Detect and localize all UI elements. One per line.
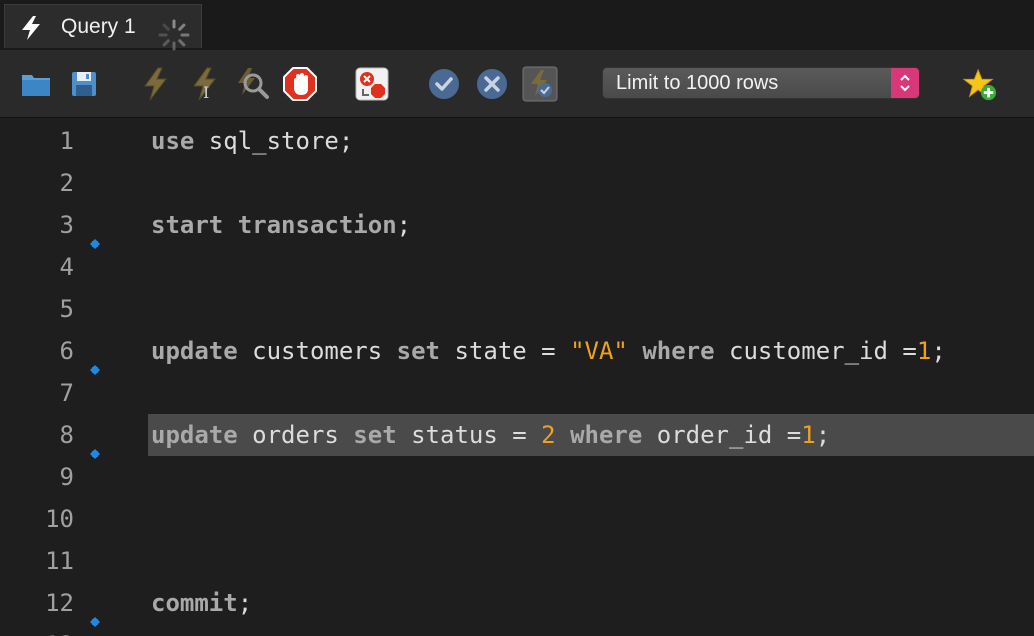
statement-marker-icon[interactable]: [90, 598, 100, 627]
sql-identifier: sql_store;: [194, 127, 354, 155]
sql-identifier: ;: [237, 589, 253, 617]
limit-rows-value: Limit to 1000 rows: [616, 72, 779, 94]
sql-identifier: [628, 337, 642, 365]
explain-icon[interactable]: [234, 66, 270, 102]
editor-line[interactable]: 4: [0, 246, 1034, 288]
editor-toolbar: I Limit to 1000 rows: [0, 51, 1034, 118]
editor-line[interactable]: 13: [0, 624, 1034, 636]
statement-marker-icon[interactable]: [90, 430, 100, 459]
editor-line[interactable]: 2: [0, 162, 1034, 204]
sql-identifier: state =: [440, 337, 571, 365]
execute-icon[interactable]: [137, 66, 173, 102]
save-icon[interactable]: [66, 66, 102, 102]
editor-line[interactable]: 9: [0, 456, 1034, 498]
code-text: commit;: [151, 582, 252, 624]
editor-line[interactable]: 5: [0, 288, 1034, 330]
editor-line[interactable]: 6 update customers set state = "VA" where…: [0, 330, 1034, 375]
lightning-bolt-icon: [19, 15, 43, 46]
editor-line[interactable]: 7: [0, 372, 1034, 414]
editor-line[interactable]: 11: [0, 540, 1034, 582]
svg-text:I: I: [203, 83, 209, 101]
commit-icon[interactable]: [426, 66, 462, 102]
sql-number: 1: [801, 421, 816, 449]
sql-identifier: orders: [237, 421, 354, 449]
statement-marker-icon[interactable]: [90, 220, 100, 249]
toggle-stop-on-error-icon[interactable]: [354, 66, 390, 102]
editor-line[interactable]: 3 start transaction;: [0, 204, 1034, 249]
sql-identifier: ;: [396, 211, 412, 239]
editor-line[interactable]: 12 commit;: [0, 582, 1034, 627]
line-number: 13: [0, 624, 74, 636]
open-folder-icon[interactable]: [18, 66, 54, 102]
add-snippet-icon[interactable]: [962, 67, 998, 103]
tab-bar: Query 1: [0, 0, 1034, 51]
line-number: 12: [45, 589, 74, 617]
sql-keyword: use: [151, 127, 195, 155]
statement-marker-icon[interactable]: [90, 346, 100, 375]
tab-query-1[interactable]: Query 1: [4, 4, 202, 51]
sql-number: 2: [541, 421, 556, 449]
stop-icon[interactable]: [282, 66, 318, 102]
sql-identifier: order_id =: [642, 421, 802, 449]
editor-line[interactable]: 1 use sql_store;: [0, 120, 1034, 162]
editor-line[interactable]: 10: [0, 498, 1034, 540]
line-number: 2: [59, 169, 74, 197]
line-number: 9: [59, 463, 74, 491]
sql-keyword: set: [353, 421, 397, 449]
sql-keyword: commit: [151, 589, 238, 617]
line-number: 11: [45, 547, 74, 575]
code-text: update orders set status = 2 where order…: [151, 414, 830, 456]
sql-identifier: [556, 421, 570, 449]
sql-string: "VA": [570, 337, 628, 365]
line-number: 3: [59, 211, 74, 239]
line-number: 10: [45, 505, 74, 533]
code-text: use sql_store;: [151, 120, 353, 162]
sql-identifier: ;: [931, 337, 946, 365]
editor-line[interactable]: 8 update orders set status = 2 where orde…: [0, 414, 1034, 459]
code-text: update customers set state = "VA" where …: [151, 330, 946, 372]
execute-current-statement-icon[interactable]: I: [186, 66, 222, 102]
line-number: 1: [59, 127, 74, 155]
sql-identifier: ;: [815, 421, 831, 449]
sql-identifier: customers: [237, 337, 397, 365]
line-number: 8: [59, 421, 74, 449]
limit-rows-select[interactable]: Limit to 1000 rows: [602, 67, 920, 99]
sql-keyword: where: [642, 337, 715, 365]
line-number: 7: [59, 379, 74, 407]
sql-editor[interactable]: 1 use sql_store; 2 3 start transaction; 4 5 6 up…: [0, 118, 1034, 636]
sql-number: 1: [916, 337, 932, 365]
line-number: 5: [59, 295, 74, 323]
sql-keyword: update: [151, 421, 238, 449]
sql-keyword: update: [151, 337, 238, 365]
rollback-icon[interactable]: [474, 66, 510, 102]
toggle-autocommit-icon[interactable]: [522, 66, 558, 102]
line-number: 4: [59, 253, 74, 281]
chevron-up-down-icon: [891, 68, 919, 98]
sql-keyword: where: [570, 421, 643, 449]
line-number: 6: [59, 337, 74, 365]
sql-keyword: set: [396, 337, 441, 365]
code-text: start transaction;: [151, 204, 411, 246]
sql-keyword: start transaction: [151, 211, 397, 239]
sql-identifier: status =: [396, 421, 542, 449]
sql-identifier: customer_id =: [714, 337, 917, 365]
tab-title: Query 1: [61, 15, 136, 38]
